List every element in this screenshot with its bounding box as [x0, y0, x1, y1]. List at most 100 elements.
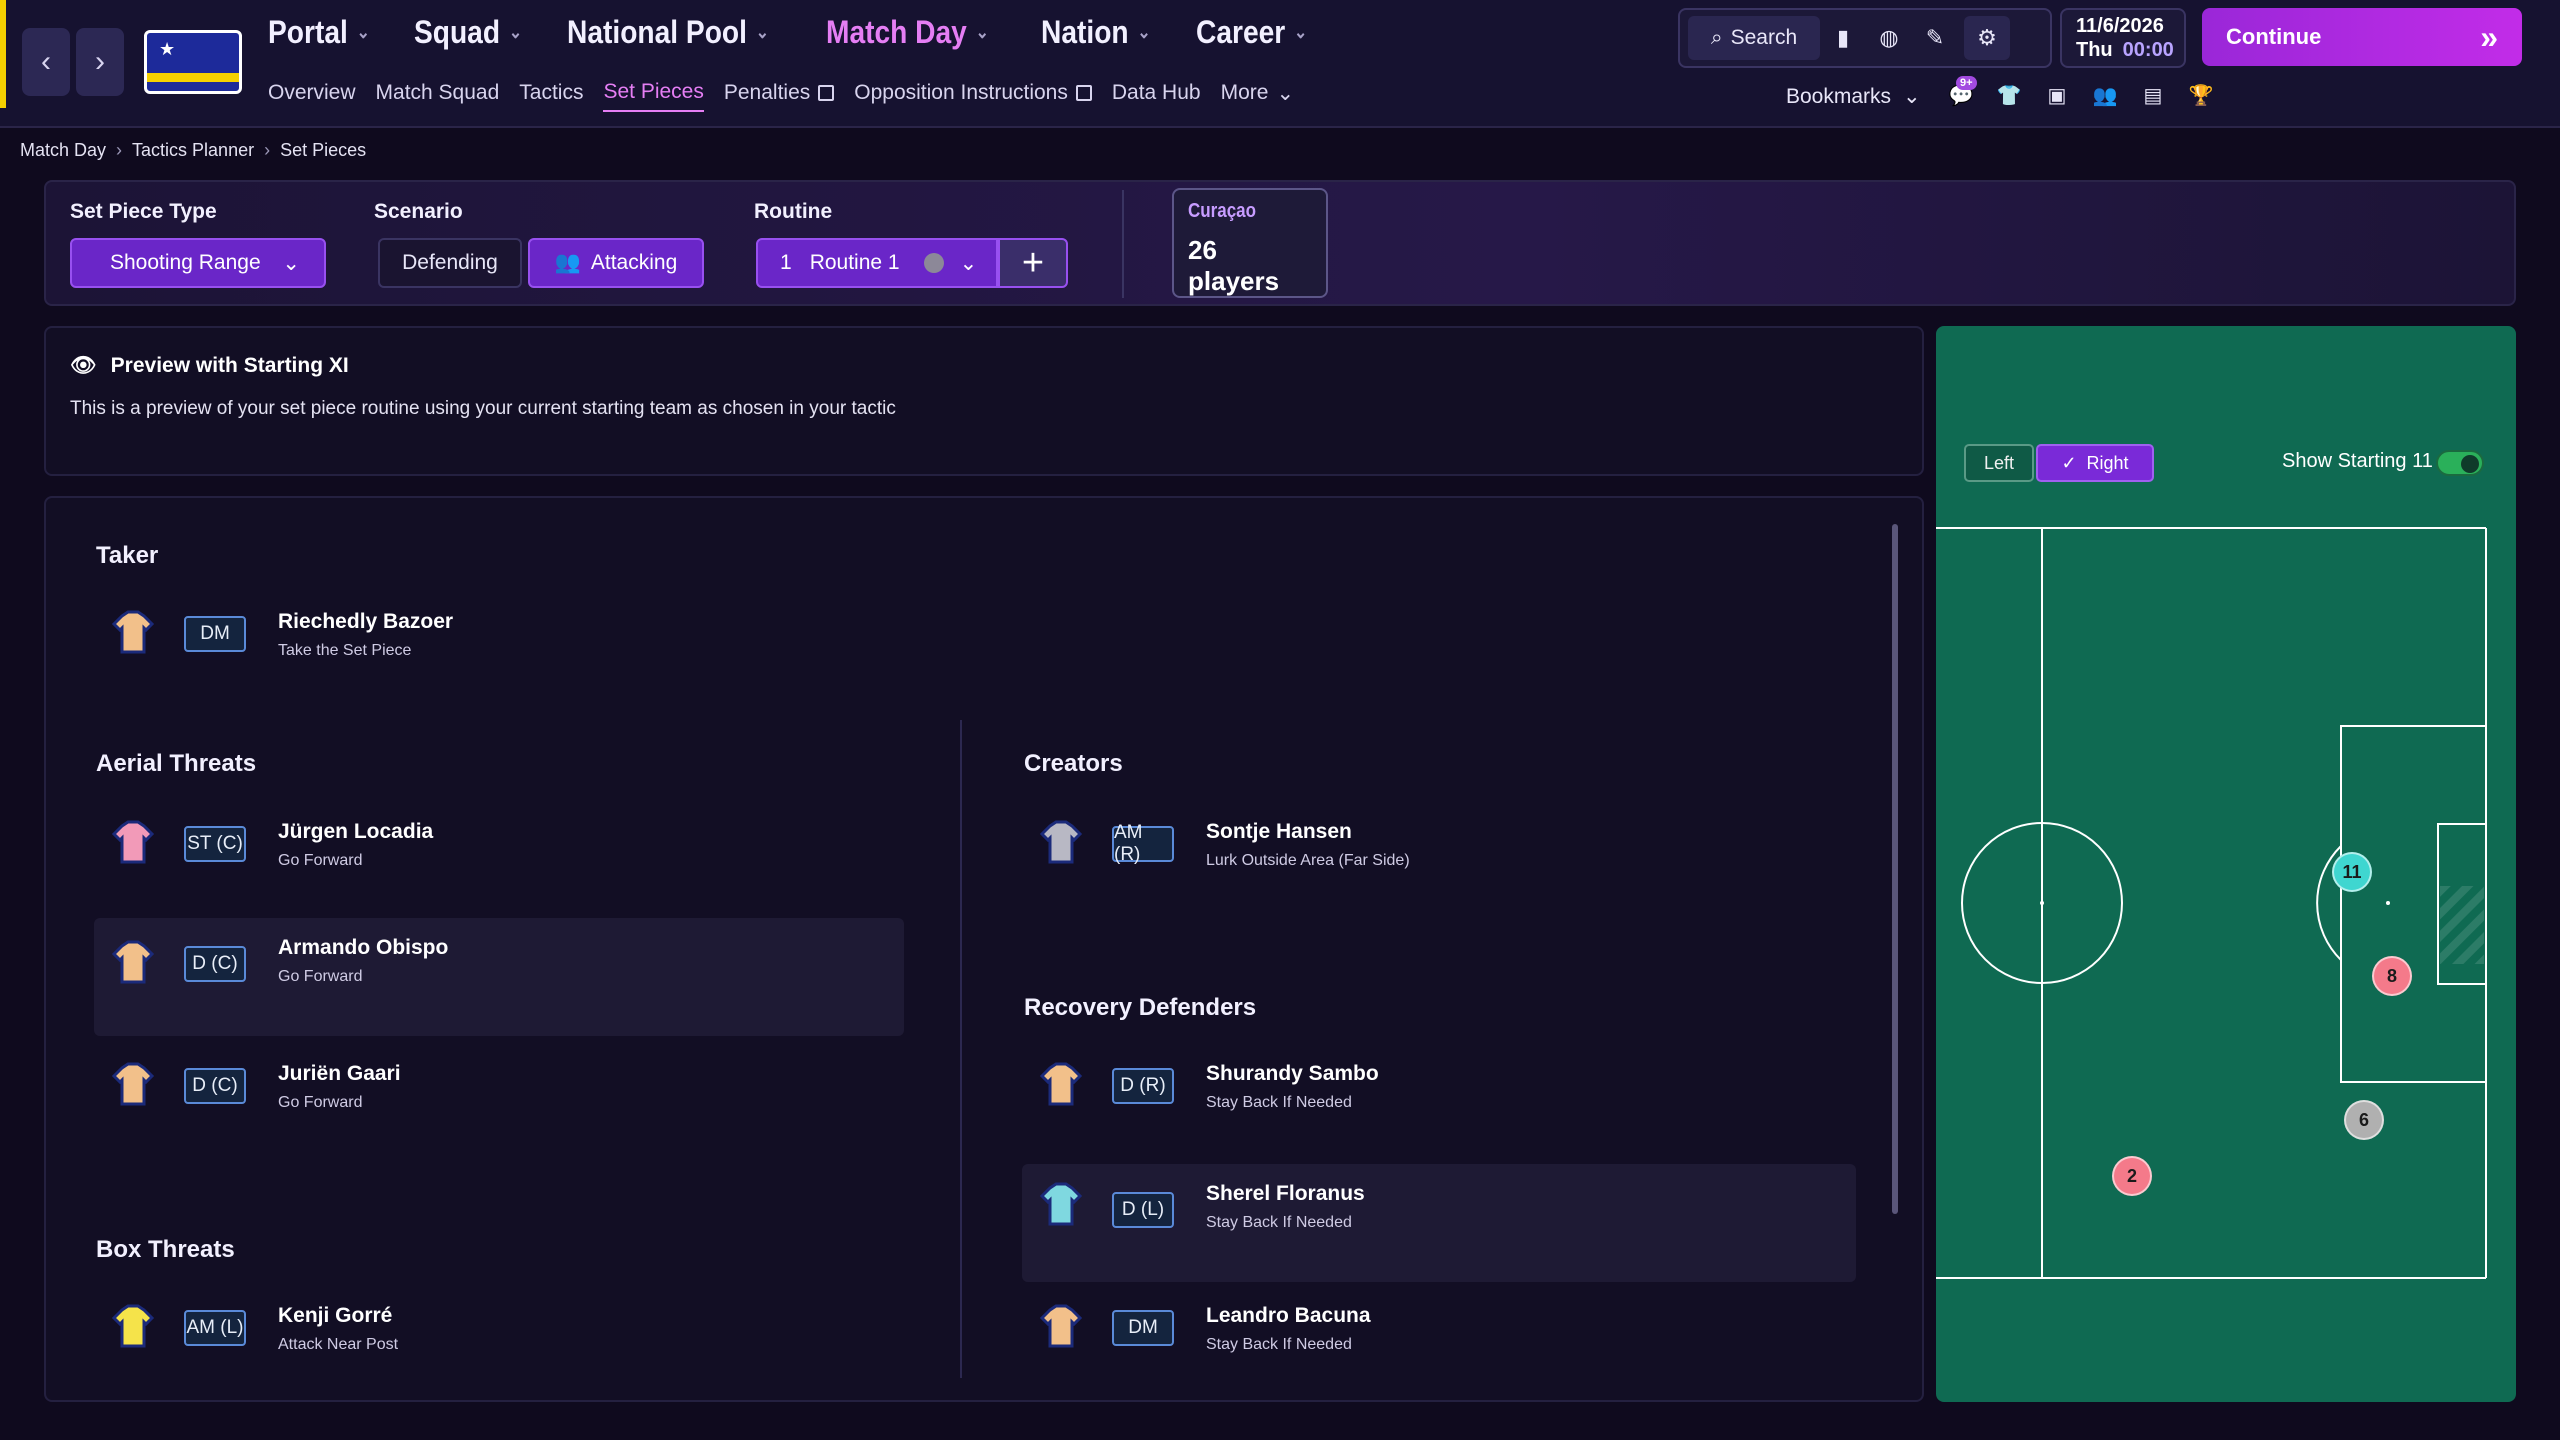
tab-label: Set Pieces	[603, 80, 704, 103]
tab-overview[interactable]: Overview	[268, 80, 356, 112]
tab-data-hub[interactable]: Data Hub	[1112, 80, 1201, 112]
set-piece-roles-panel: Taker DM Riechedly Bazoer Take the Set P…	[44, 496, 1924, 1402]
back-button[interactable]: ‹	[22, 28, 70, 96]
player-row[interactable]: D (C) Juriën Gaari Go Forward	[94, 1050, 904, 1168]
bookmark-tool-button[interactable]: ▮	[1820, 16, 1866, 60]
chevron-down-icon: ⌄	[975, 22, 990, 42]
nav-career[interactable]: Career ⌄	[1196, 14, 1307, 51]
player-row[interactable]: AM (R) Sontje Hansen Lurk Outside Area (…	[1022, 808, 1832, 926]
preview-description: This is a preview of your set piece rout…	[70, 398, 896, 419]
squad-card[interactable]: Curaçao 26 players	[1172, 188, 1328, 298]
scrollbar[interactable]	[1892, 524, 1898, 1214]
tab-penalties[interactable]: Penalties	[724, 80, 835, 112]
inbox-button[interactable]: 💬 9+	[1946, 76, 1977, 110]
scenario-attacking-button[interactable]: 👥 Attacking	[528, 238, 704, 288]
tab-more[interactable]: More ⌄	[1221, 80, 1294, 112]
tab-label: Tactics	[519, 81, 584, 104]
check-icon: ✓	[2061, 452, 2077, 473]
chevron-down-icon: ⌄	[1137, 22, 1152, 42]
shirt-icon	[111, 820, 155, 864]
chevron-down-icon: ⌄	[282, 251, 300, 275]
sub-nav: Overview Match Squad Tactics Set Pieces …	[268, 80, 1294, 112]
chevron-down-icon: ⌄	[755, 22, 769, 42]
date-display[interactable]: 11/6/2026 Thu 00:00	[2060, 8, 2186, 68]
player-row[interactable]: DM Leandro Bacuna Stay Back If Needed	[1022, 1292, 1832, 1410]
nav-national-pool[interactable]: National Pool ⌄	[567, 14, 769, 51]
settings-button[interactable]: ⚙	[1964, 16, 2010, 60]
player-row[interactable]: D (C) Armando Obispo Go Forward	[94, 918, 904, 1036]
player-marker[interactable]: 11	[2332, 852, 2372, 892]
forward-button[interactable]: ›	[76, 28, 124, 96]
position-badge: AM (R)	[1112, 822, 1174, 865]
shirt-icon	[111, 1304, 155, 1348]
routine-status-dot	[923, 253, 944, 273]
scenario-defending-button[interactable]: Defending	[378, 238, 522, 288]
player-name: Leandro Bacuna	[1206, 1304, 1371, 1327]
tab-match-squad[interactable]: Match Squad	[376, 80, 500, 112]
breadcrumb-match-day[interactable]: Match Day	[20, 140, 106, 161]
breadcrumb-tactics-planner[interactable]: Tactics Planner	[132, 140, 254, 161]
search-label: Search	[1730, 26, 1798, 49]
player-row[interactable]: D (R) Shurandy Sambo Stay Back If Needed	[1022, 1050, 1832, 1168]
side-option-label: Left	[1983, 452, 2015, 473]
player-row[interactable]: D (L) Sherel Floranus Stay Back If Neede…	[1022, 1164, 1856, 1282]
player-name: Juriën Gaari	[278, 1062, 401, 1085]
people-icon: 👥	[2092, 84, 2118, 107]
header-toolbar: ⌕ Search ▮ ◍ ✎ ⚙	[1678, 8, 2052, 68]
set-piece-type-label: Set Piece Type	[70, 200, 217, 223]
shirt-icon	[111, 1062, 155, 1106]
star-icon: ★	[159, 39, 176, 59]
nav-match-day[interactable]: Match Day ⌄	[826, 14, 989, 51]
report-button[interactable]: ▤	[2138, 80, 2168, 110]
edit-button[interactable]: ✎	[1912, 16, 1958, 60]
globe-button[interactable]: ◍	[1866, 16, 1912, 60]
set-piece-type-dropdown[interactable]: Shooting Range ⌄	[70, 238, 326, 288]
tab-opposition-instructions[interactable]: Opposition Instructions	[854, 80, 1092, 112]
position-badge: D (R)	[1112, 1068, 1174, 1104]
player-marker[interactable]: 2	[2112, 1156, 2152, 1196]
add-routine-button[interactable]: +	[998, 238, 1068, 288]
player-marker[interactable]: 6	[2344, 1100, 2384, 1140]
side-left-button[interactable]: Left	[1964, 444, 2034, 482]
player-row[interactable]: DM Riechedly Bazoer Take the Set Piece	[94, 598, 904, 716]
nav-squad[interactable]: Squad ⌄	[414, 14, 522, 51]
player-marker[interactable]: 8	[2372, 956, 2412, 996]
position-badge: D (C)	[184, 946, 246, 982]
notification-badge: 9+	[1956, 76, 1977, 90]
player-instruction: Stay Back If Needed	[1206, 1094, 1352, 1111]
position-badge: AM (L)	[184, 1310, 246, 1346]
nav-label: National Pool	[566, 14, 747, 50]
side-right-button[interactable]: ✓ Right	[2036, 444, 2154, 482]
top-header: ‹ › ★ Portal ⌄ Squad ⌄ National Pool ⌄ Matc…	[0, 0, 2560, 128]
nav-nation[interactable]: Nation ⌄	[1041, 14, 1151, 51]
continue-button[interactable]: Continue »	[2202, 8, 2522, 66]
breadcrumb-set-pieces: Set Pieces	[280, 140, 367, 160]
players-icon: 👥	[554, 251, 581, 274]
tab-set-pieces[interactable]: Set Pieces	[603, 80, 704, 112]
nation-flag[interactable]: ★	[144, 30, 242, 94]
squad-nation: Curaçao	[1188, 200, 1257, 222]
shirt-icon: 👕	[1996, 84, 2022, 107]
bookmark-icon: ▮	[1836, 25, 1850, 50]
chevron-down-icon: ⌄	[1903, 85, 1921, 108]
routine-dropdown[interactable]: 1 Routine 1 ⌄	[756, 238, 998, 288]
nav-portal[interactable]: Portal ⌄	[268, 14, 370, 51]
player-row[interactable]: ST (C) Jürgen Locadia Go Forward	[94, 808, 904, 926]
bookmarks-dropdown[interactable]: Bookmarks ⌄	[1786, 84, 1921, 109]
player-instruction: Stay Back If Needed	[1206, 1336, 1352, 1353]
trophy-button[interactable]: 🏆	[2186, 80, 2216, 110]
position-badge: D (C)	[184, 1068, 246, 1104]
pencil-icon: ✎	[1925, 25, 1945, 50]
nav-label: Squad	[413, 14, 500, 50]
player-row[interactable]: AM (L) Kenji Gorré Attack Near Post	[94, 1292, 904, 1410]
section-title-taker: Taker	[96, 542, 159, 569]
kit-button[interactable]: 👕	[1994, 80, 2024, 110]
tab-tactics[interactable]: Tactics	[519, 80, 583, 112]
search-button[interactable]: ⌕ Search	[1688, 16, 1820, 60]
staff-button[interactable]: 👥	[2090, 80, 2120, 110]
routine-number: 1	[780, 251, 792, 274]
show-starting-toggle[interactable]	[2436, 450, 2484, 476]
tab-label: Match Squad	[375, 81, 500, 104]
scenario-option-label: Defending	[402, 251, 498, 274]
transfer-button[interactable]: ▣	[2042, 80, 2072, 110]
